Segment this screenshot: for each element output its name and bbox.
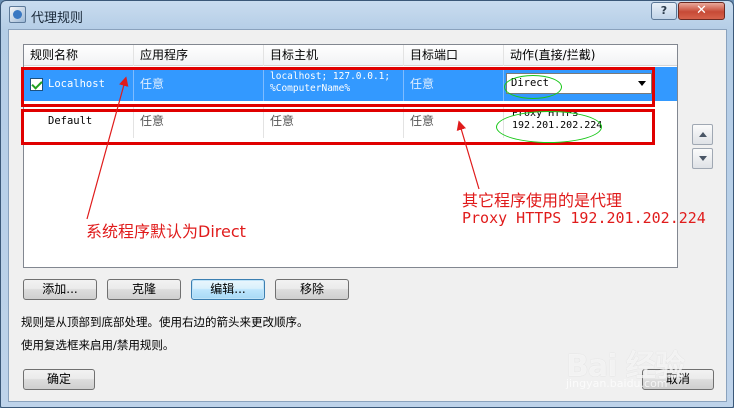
column-header-target-host[interactable]: 目标主机: [264, 45, 404, 66]
column-header-rule-name[interactable]: 规则名称: [24, 45, 134, 66]
annotation-proxy-title: 其它程序使用的是代理: [462, 191, 623, 210]
move-rule-up-button[interactable]: [692, 124, 713, 145]
edit-rule-button[interactable]: 编辑...: [191, 279, 265, 300]
annotation-proxy-address: Proxy HTTPS 192.201.202.224: [462, 209, 706, 227]
clone-rule-button[interactable]: 克隆: [107, 279, 181, 300]
baidu-jingyan-watermark: Bai 经验 jingyan.baidu.com: [566, 341, 726, 401]
proxy-rules-dialog: 代理规则 ? ✕ 规则名称 应用程序 目标主机 目标端口 动作(直接/拦截) L…: [0, 0, 734, 408]
ok-button[interactable]: 确定: [23, 369, 95, 390]
watermark-url: jingyan.baidu.com: [566, 377, 668, 390]
title-bar[interactable]: 代理规则 ? ✕: [1, 1, 733, 29]
help-text-checkbox: 使用复选框来启用/禁用规则。: [21, 338, 175, 352]
highlight-ellipse-proxy: [496, 111, 602, 143]
add-rule-button[interactable]: 添加...: [23, 279, 97, 300]
annotation-direct-default: 系统程序默认为Direct: [86, 222, 246, 241]
help-button[interactable]: ?: [651, 2, 677, 20]
remove-rule-button[interactable]: 移除: [275, 279, 349, 300]
help-text-order: 规则是从顶部到底部处理。使用右边的箭头来更改顺序。: [21, 315, 309, 329]
table-header: 规则名称 应用程序 目标主机 目标端口 动作(直接/拦截): [24, 45, 677, 66]
column-header-action[interactable]: 动作(直接/拦截): [504, 45, 677, 66]
arrow-up-icon: [699, 132, 707, 137]
window-title: 代理规则: [31, 11, 84, 26]
move-rule-down-button[interactable]: [692, 148, 713, 169]
app-icon: [9, 6, 26, 23]
highlight-ellipse-direct: [504, 75, 562, 99]
close-button[interactable]: ✕: [678, 2, 725, 20]
column-header-target-port[interactable]: 目标端口: [404, 45, 504, 66]
arrow-down-icon: [699, 156, 707, 161]
column-header-application[interactable]: 应用程序: [134, 45, 264, 66]
